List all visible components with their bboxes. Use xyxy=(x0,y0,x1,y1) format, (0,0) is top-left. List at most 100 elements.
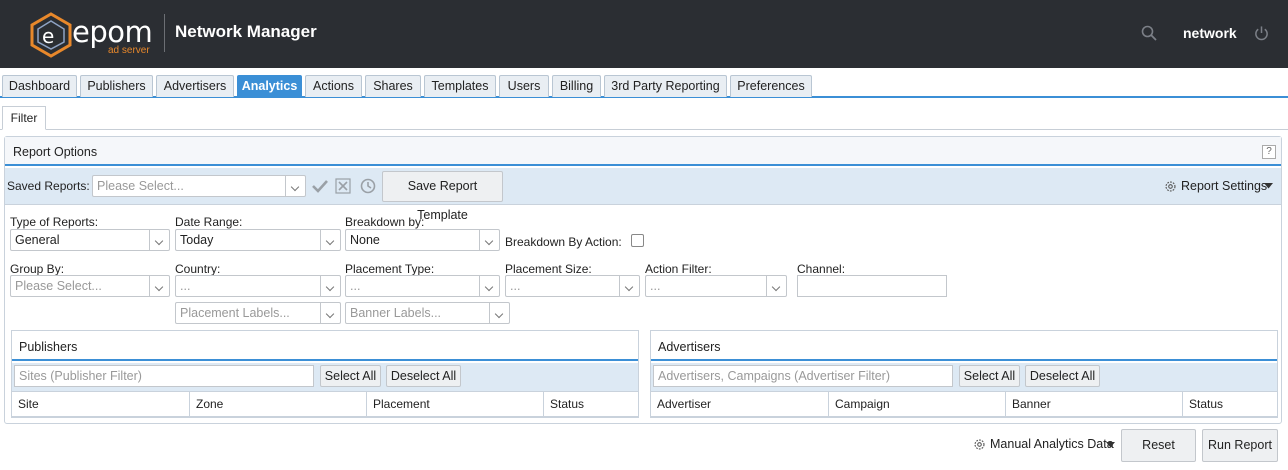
column-campaign[interactable]: Campaign xyxy=(829,392,1006,417)
advertisers-table-header: Advertiser Campaign Banner Status xyxy=(651,391,1277,417)
advertisers-deselect-all-button[interactable]: Deselect All xyxy=(1025,365,1100,387)
chevron-down-icon xyxy=(320,230,340,250)
tab-shares[interactable]: Shares xyxy=(365,75,421,97)
date-range-label: Date Range: xyxy=(175,215,243,229)
placement-labels-placeholder: Placement Labels... xyxy=(180,306,290,320)
chevron-down-icon xyxy=(766,276,786,296)
group-by-select[interactable]: Please Select... xyxy=(10,275,170,297)
breakdown-by-select[interactable]: None xyxy=(345,229,500,251)
advertisers-panel: Advertisers Advertisers, Campaigns (Adve… xyxy=(650,330,1278,418)
gear-icon xyxy=(974,439,985,450)
action-filter-label: Action Filter: xyxy=(645,262,712,276)
advertiser-filter-input[interactable]: Advertisers, Campaigns (Advertiser Filte… xyxy=(653,365,953,387)
tab-billing[interactable]: Billing xyxy=(552,75,601,97)
svg-text:e: e xyxy=(42,24,54,48)
logo-subtitle: ad server xyxy=(108,45,150,56)
chevron-down-icon xyxy=(619,276,639,296)
placement-size-select[interactable]: ... xyxy=(505,275,640,297)
chevron-down-icon xyxy=(285,176,305,196)
breakdown-by-action-checkbox[interactable] xyxy=(631,234,644,247)
advertisers-header: Advertisers xyxy=(651,331,1277,361)
placement-labels-select[interactable]: Placement Labels... xyxy=(175,302,341,324)
epom-logo-icon: e xyxy=(30,12,72,58)
tab-dashboard[interactable]: Dashboard xyxy=(2,75,77,97)
country-value: ... xyxy=(180,279,191,293)
chevron-down-icon xyxy=(149,230,169,250)
action-filter-select[interactable]: ... xyxy=(645,275,787,297)
tab-publishers[interactable]: Publishers xyxy=(80,75,153,97)
report-settings-dropdown[interactable]: Report Settings xyxy=(1181,179,1267,193)
placement-type-select[interactable]: ... xyxy=(345,275,500,297)
clock-icon[interactable] xyxy=(360,178,376,194)
column-banner[interactable]: Banner xyxy=(1006,392,1183,417)
placement-size-label: Placement Size: xyxy=(505,262,592,276)
manual-analytics-dropdown[interactable]: Manual Analytics Data xyxy=(990,437,1114,451)
chevron-down-icon xyxy=(479,276,499,296)
tab-preferences[interactable]: Preferences xyxy=(730,75,812,97)
saved-reports-select[interactable]: Please Select... xyxy=(92,175,306,197)
advertisers-select-all-button[interactable]: Select All xyxy=(959,365,1020,387)
publishers-title: Publishers xyxy=(19,340,78,354)
advertisers-toolbar: Advertisers, Campaigns (Advertiser Filte… xyxy=(651,363,1277,391)
save-report-template-button[interactable]: Save Report Template xyxy=(382,171,503,222)
publishers-select-all-button[interactable]: Select All xyxy=(320,365,381,387)
logo-word: epom xyxy=(72,15,153,49)
chevron-down-icon xyxy=(479,230,499,250)
placement-size-value: ... xyxy=(510,279,521,293)
tab-advertisers[interactable]: Advertisers xyxy=(156,75,234,97)
publishers-panel: Publishers Sites (Publisher Filter) Sele… xyxy=(11,330,639,418)
column-site[interactable]: Site xyxy=(12,392,190,417)
channel-input[interactable] xyxy=(797,275,947,297)
saved-reports-label: Saved Reports: xyxy=(7,179,90,193)
caret-down-icon xyxy=(1264,183,1273,189)
date-range-value: Today xyxy=(180,233,214,247)
type-of-reports-select[interactable]: General xyxy=(10,229,170,251)
publishers-deselect-all-button[interactable]: Deselect All xyxy=(386,365,461,387)
report-options-panel: Report Options ? Saved Reports: Please S… xyxy=(4,136,1282,424)
clear-icon[interactable] xyxy=(335,178,351,194)
caret-down-icon xyxy=(1106,442,1115,448)
tab-3rd-party-reporting[interactable]: 3rd Party Reporting xyxy=(604,75,727,97)
publisher-filter-input[interactable]: Sites (Publisher Filter) xyxy=(14,365,314,387)
tab-analytics[interactable]: Analytics xyxy=(237,75,302,97)
search-icon[interactable] xyxy=(1141,25,1157,41)
country-select[interactable]: ... xyxy=(175,275,341,297)
date-range-select[interactable]: Today xyxy=(175,229,341,251)
saved-reports-toolbar: Saved Reports: Please Select... Save Rep… xyxy=(5,168,1281,222)
logo-separator xyxy=(164,14,165,52)
tab-templates[interactable]: Templates xyxy=(424,75,496,97)
reset-button[interactable]: Reset xyxy=(1121,429,1196,462)
report-options-header: Report Options ? xyxy=(5,137,1281,166)
action-filter-value: ... xyxy=(650,279,661,293)
main-tabs: Dashboard Publishers Advertisers Analyti… xyxy=(0,75,1288,98)
country-label: Country: xyxy=(175,262,221,276)
publishers-table-header: Site Zone Placement Status xyxy=(12,391,638,417)
column-placement[interactable]: Placement xyxy=(367,392,544,417)
column-advertiser[interactable]: Advertiser xyxy=(651,392,829,417)
help-button[interactable]: ? xyxy=(1262,145,1276,159)
run-report-button[interactable]: Run Report xyxy=(1202,429,1278,462)
type-of-reports-value: General xyxy=(15,233,60,247)
saved-reports-placeholder: Please Select... xyxy=(97,179,184,193)
tab-users[interactable]: Users xyxy=(499,75,549,97)
column-status[interactable]: Status xyxy=(544,392,638,417)
app-title: Network Manager xyxy=(175,22,317,41)
tab-filter[interactable]: Filter xyxy=(2,106,46,130)
power-icon[interactable] xyxy=(1254,25,1269,41)
group-by-label: Group By: xyxy=(10,262,65,276)
channel-label: Channel: xyxy=(797,262,846,276)
check-icon[interactable] xyxy=(311,178,329,194)
publishers-toolbar: Sites (Publisher Filter) Select All Dese… xyxy=(12,363,638,391)
top-bar: e epom ad server Network Manager network xyxy=(0,0,1288,68)
placement-type-label: Placement Type: xyxy=(345,262,435,276)
tab-actions[interactable]: Actions xyxy=(305,75,362,97)
breakdown-by-action-label: Breakdown By Action: xyxy=(505,235,622,249)
chevron-down-icon xyxy=(149,276,169,296)
banner-labels-select[interactable]: Banner Labels... xyxy=(345,302,510,324)
report-options-title: Report Options xyxy=(13,145,98,159)
user-name[interactable]: network xyxy=(1183,25,1237,41)
subtab-divider xyxy=(0,129,1288,130)
column-status[interactable]: Status xyxy=(1183,392,1277,417)
type-of-reports-label: Type of Reports: xyxy=(10,215,99,229)
column-zone[interactable]: Zone xyxy=(190,392,367,417)
